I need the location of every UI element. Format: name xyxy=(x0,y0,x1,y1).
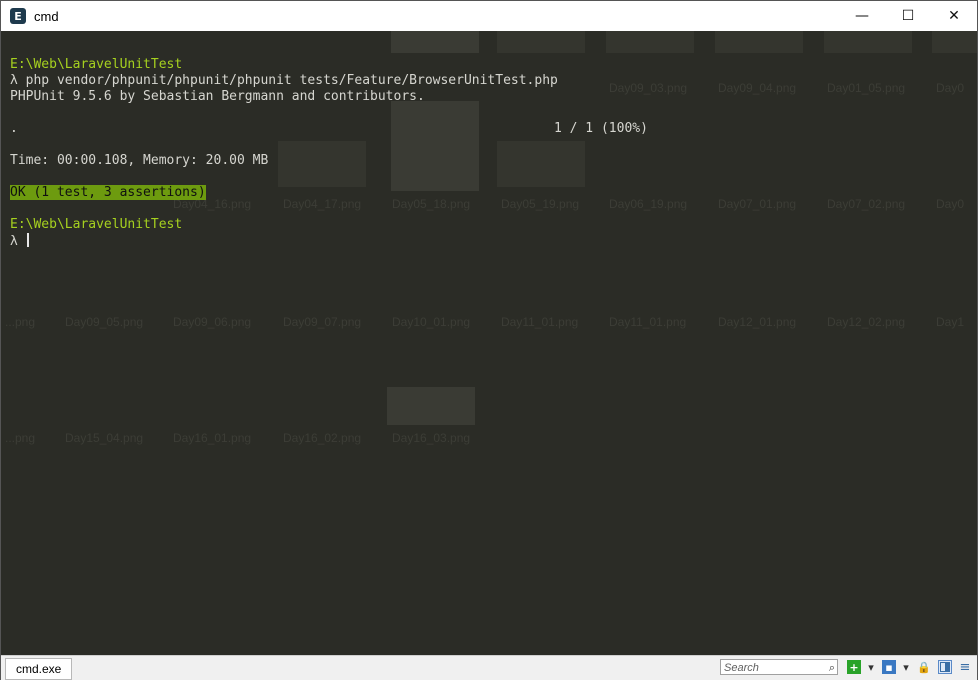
close-button[interactable]: ✕ xyxy=(931,1,977,31)
prompt-symbol: λ xyxy=(10,234,26,249)
cwd-line: E:\Web\LaravelUnitTest xyxy=(10,217,183,232)
text-cursor xyxy=(26,233,29,247)
search-input[interactable]: Search ⌕ xyxy=(720,659,838,675)
status-bar: cmd.exe Search ⌕ + ▾ ▪ ▾ 🔒 ≡ xyxy=(1,655,977,680)
lock-icon[interactable]: 🔒 xyxy=(917,660,931,674)
menu-icon[interactable]: ≡ xyxy=(958,660,972,675)
console-tab[interactable]: cmd.exe xyxy=(5,658,73,680)
cwd-line: E:\Web\LaravelUnitTest xyxy=(10,57,183,72)
result-line: OK (1 test, 3 assertions) xyxy=(10,185,206,201)
title-bar[interactable]: E cmd — ☐ ✕ xyxy=(1,1,977,31)
test-progress-dots: . xyxy=(10,121,18,136)
ok-result-badge: OK (1 test, 3 assertions) xyxy=(10,185,206,200)
dropdown-icon[interactable]: ▾ xyxy=(899,660,913,674)
view-icon[interactable]: ▪ xyxy=(882,660,896,674)
time-memory-line: Time: 00:00.108, Memory: 20.00 MB xyxy=(10,153,269,168)
phpunit-header: PHPUnit 9.5.6 by Sebastian Bergmann and … xyxy=(10,89,425,104)
prompt-line[interactable]: λ xyxy=(10,233,29,250)
search-icon[interactable]: ⌕ xyxy=(829,660,835,676)
cmder-window: E cmd — ☐ ✕ Day09_03.png Day09_04.png Da… xyxy=(0,0,978,680)
minimize-button[interactable]: — xyxy=(839,1,885,31)
split-view-icon[interactable] xyxy=(938,660,952,674)
add-console-icon[interactable]: + xyxy=(847,660,861,674)
dropdown-icon[interactable]: ▾ xyxy=(864,660,878,674)
test-progress-count: 1 / 1 (100%) xyxy=(554,121,648,136)
maximize-button[interactable]: ☐ xyxy=(885,1,931,31)
window-controls: — ☐ ✕ xyxy=(839,1,977,31)
search-placeholder: Search xyxy=(724,662,759,674)
command-line: λ php vendor/phpunit/phpunit/phpunit tes… xyxy=(10,73,558,88)
cmder-app-icon[interactable]: E xyxy=(10,8,26,24)
console-output[interactable]: E:\Web\LaravelUnitTest λ php vendor/phpu… xyxy=(1,31,977,655)
window-title: cmd xyxy=(34,8,59,24)
